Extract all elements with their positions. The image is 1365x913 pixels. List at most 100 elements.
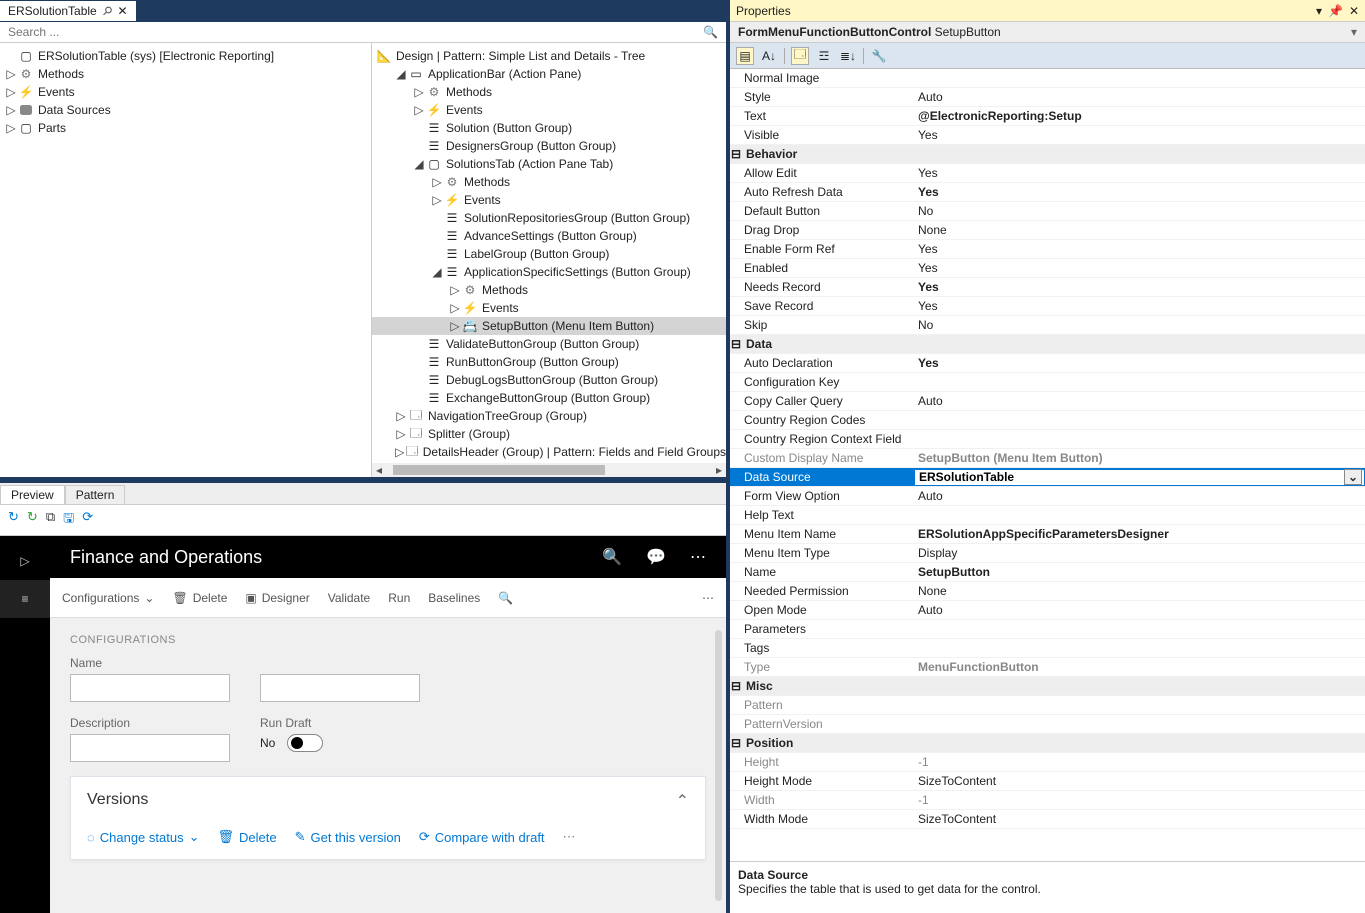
design-node[interactable]: ▷⚡Events bbox=[372, 299, 726, 317]
property-row[interactable]: TypeMenuFunctionButton bbox=[730, 658, 1365, 677]
nav-hamburger-icon[interactable]: ≡ bbox=[0, 580, 50, 618]
refresh-icon[interactable]: ↻ bbox=[8, 509, 19, 531]
properties-icon[interactable]: 🗔 bbox=[791, 47, 809, 65]
property-row[interactable]: Data SourceERSolutionTable⌄ bbox=[730, 468, 1365, 487]
save-icon[interactable]: 🖫 bbox=[63, 509, 74, 531]
property-row[interactable]: NameSetupButton bbox=[730, 563, 1365, 582]
property-row[interactable]: EnabledYes bbox=[730, 259, 1365, 278]
tab-pattern[interactable]: Pattern bbox=[65, 485, 126, 504]
property-row[interactable]: Country Region Context Field bbox=[730, 430, 1365, 449]
design-node[interactable]: ☰RunButtonGroup (Button Group) bbox=[372, 353, 726, 371]
property-row[interactable]: Save RecordYes bbox=[730, 297, 1365, 316]
subtitle-dropdown-icon[interactable]: ▾ bbox=[1351, 25, 1357, 39]
property-row[interactable]: Form View OptionAuto bbox=[730, 487, 1365, 506]
design-node[interactable]: ▷🗔DetailsHeader (Group) | Pattern: Field… bbox=[372, 443, 726, 461]
design-node[interactable]: ▷⚙Methods bbox=[372, 281, 726, 299]
property-row[interactable]: Needs RecordYes bbox=[730, 278, 1365, 297]
search-input[interactable] bbox=[0, 22, 695, 42]
open-icon[interactable]: ⧉ bbox=[46, 509, 55, 531]
designer-button[interactable]: ▣ Designer bbox=[245, 591, 309, 605]
property-row[interactable]: StyleAuto bbox=[730, 88, 1365, 107]
change-status-link[interactable]: ◌ Change status ⌄ bbox=[87, 829, 199, 845]
validate-button[interactable]: Validate bbox=[328, 591, 370, 605]
header-chat-icon[interactable]: 💬 bbox=[646, 547, 666, 567]
aot-node[interactable]: ▷▢Parts bbox=[0, 119, 371, 137]
design-node[interactable]: ☰DesignersGroup (Button Group) bbox=[372, 137, 726, 155]
pin-icon[interactable]: ⚲ bbox=[99, 3, 115, 19]
name-field-2[interactable] bbox=[260, 674, 420, 702]
design-node[interactable]: ☰Solution (Button Group) bbox=[372, 119, 726, 137]
aot-node[interactable]: ▷Data Sources bbox=[0, 101, 371, 119]
property-row[interactable]: Menu Item TypeDisplay bbox=[730, 544, 1365, 563]
property-row[interactable]: Text@ElectronicReporting:Setup bbox=[730, 107, 1365, 126]
messages-icon[interactable]: ≣↓ bbox=[839, 47, 857, 65]
property-row[interactable]: VisibleYes bbox=[730, 126, 1365, 145]
configurations-dropdown[interactable]: Configurations ⌄ bbox=[62, 591, 154, 605]
design-node[interactable]: ☰SolutionRepositoriesGroup (Button Group… bbox=[372, 209, 726, 227]
property-row[interactable]: Configuration Key bbox=[730, 373, 1365, 392]
categorized-icon[interactable]: ▤ bbox=[736, 47, 754, 65]
property-row[interactable]: Default ButtonNo bbox=[730, 202, 1365, 221]
aot-node[interactable]: ▷⚙Methods bbox=[0, 65, 371, 83]
design-node[interactable]: ▷🗔Splitter (Group) bbox=[372, 425, 726, 443]
property-row[interactable]: Tags bbox=[730, 639, 1365, 658]
property-row[interactable]: Enable Form RefYes bbox=[730, 240, 1365, 259]
dropdown-icon[interactable]: ▾ bbox=[1316, 4, 1322, 18]
property-section[interactable]: ⊟Position bbox=[730, 734, 1365, 753]
delete-button[interactable]: 🗑 Delete bbox=[172, 591, 227, 605]
property-row[interactable]: Auto Refresh DataYes bbox=[730, 183, 1365, 202]
property-section[interactable]: ⊟Behavior bbox=[730, 145, 1365, 164]
versions-more-icon[interactable]: ⋯ bbox=[563, 829, 576, 845]
editor-tab[interactable]: ERSolutionTable ⚲ ✕ bbox=[0, 1, 136, 21]
property-row[interactable]: Width ModeSizeToContent bbox=[730, 810, 1365, 829]
property-row[interactable]: Menu Item NameERSolutionAppSpecificParam… bbox=[730, 525, 1365, 544]
property-row[interactable]: Custom Display NameSetupButton (Menu Ite… bbox=[730, 449, 1365, 468]
property-row[interactable]: Needed PermissionNone bbox=[730, 582, 1365, 601]
header-more-icon[interactable]: ⋯ bbox=[690, 547, 706, 567]
close-icon[interactable]: ✕ bbox=[118, 4, 128, 18]
property-section[interactable]: ⊟Misc bbox=[730, 677, 1365, 696]
get-version-link[interactable]: ✎ Get this version bbox=[295, 829, 401, 845]
dropdown-icon[interactable]: ⌄ bbox=[1344, 469, 1362, 485]
design-node[interactable]: ◢▢SolutionsTab (Action Pane Tab) bbox=[372, 155, 726, 173]
close-icon[interactable]: ✕ bbox=[1349, 4, 1359, 18]
tab-preview[interactable]: Preview bbox=[0, 485, 65, 504]
aot-root[interactable]: ▢ERSolutionTable (sys) [Electronic Repor… bbox=[0, 47, 371, 65]
design-node[interactable]: ☰DebugLogsButtonGroup (Button Group) bbox=[372, 371, 726, 389]
actionbar-search-icon[interactable]: 🔍 bbox=[498, 591, 513, 605]
design-node[interactable]: ☰LabelGroup (Button Group) bbox=[372, 245, 726, 263]
compare-link[interactable]: ⟳ Compare with draft bbox=[419, 829, 545, 845]
design-node[interactable]: ▷⚙Methods bbox=[372, 83, 726, 101]
horizontal-scrollbar[interactable]: ◂ ▸ bbox=[372, 463, 726, 477]
design-node[interactable]: ▷⚡Events bbox=[372, 191, 726, 209]
property-row[interactable]: Height-1 bbox=[730, 753, 1365, 772]
property-row[interactable]: Parameters bbox=[730, 620, 1365, 639]
property-row[interactable]: Country Region Codes bbox=[730, 411, 1365, 430]
header-search-icon[interactable]: 🔍 bbox=[602, 547, 622, 567]
property-row[interactable]: Copy Caller QueryAuto bbox=[730, 392, 1365, 411]
design-node[interactable]: ☰AdvanceSettings (Button Group) bbox=[372, 227, 726, 245]
design-node[interactable]: ▷⚙Methods bbox=[372, 173, 726, 191]
property-row[interactable]: Allow EditYes bbox=[730, 164, 1365, 183]
design-node[interactable]: ▷🗔NavigationTreeGroup (Group) bbox=[372, 407, 726, 425]
property-row[interactable]: SkipNo bbox=[730, 316, 1365, 335]
design-node[interactable]: ▷⚡Events bbox=[372, 101, 726, 119]
property-row[interactable]: Height ModeSizeToContent bbox=[730, 772, 1365, 791]
search-icon[interactable]: 🔍 bbox=[695, 22, 726, 42]
design-header[interactable]: 📐Design | Pattern: Simple List and Detai… bbox=[372, 47, 726, 65]
baselines-button[interactable]: Baselines bbox=[428, 591, 480, 605]
design-node[interactable]: ☰ExchangeButtonGroup (Button Group) bbox=[372, 389, 726, 407]
property-row[interactable]: Width-1 bbox=[730, 791, 1365, 810]
refresh-green-icon[interactable]: ↻ bbox=[27, 509, 38, 531]
wrench-icon[interactable]: 🔧 bbox=[870, 47, 888, 65]
design-node[interactable]: ◢☰ApplicationSpecificSettings (Button Gr… bbox=[372, 263, 726, 281]
reset-icon[interactable]: ⟳ bbox=[82, 509, 93, 531]
run-button[interactable]: Run bbox=[388, 591, 410, 605]
name-field[interactable] bbox=[70, 674, 230, 702]
property-row[interactable]: Auto DeclarationYes bbox=[730, 354, 1365, 373]
nav-play-icon[interactable]: ▷ bbox=[6, 542, 44, 580]
version-delete-link[interactable]: 🗑 Delete bbox=[217, 829, 276, 845]
property-section[interactable]: ⊟Data bbox=[730, 335, 1365, 354]
vertical-scrollbar[interactable] bbox=[715, 630, 722, 901]
alpha-icon[interactable]: A↓ bbox=[760, 47, 778, 65]
